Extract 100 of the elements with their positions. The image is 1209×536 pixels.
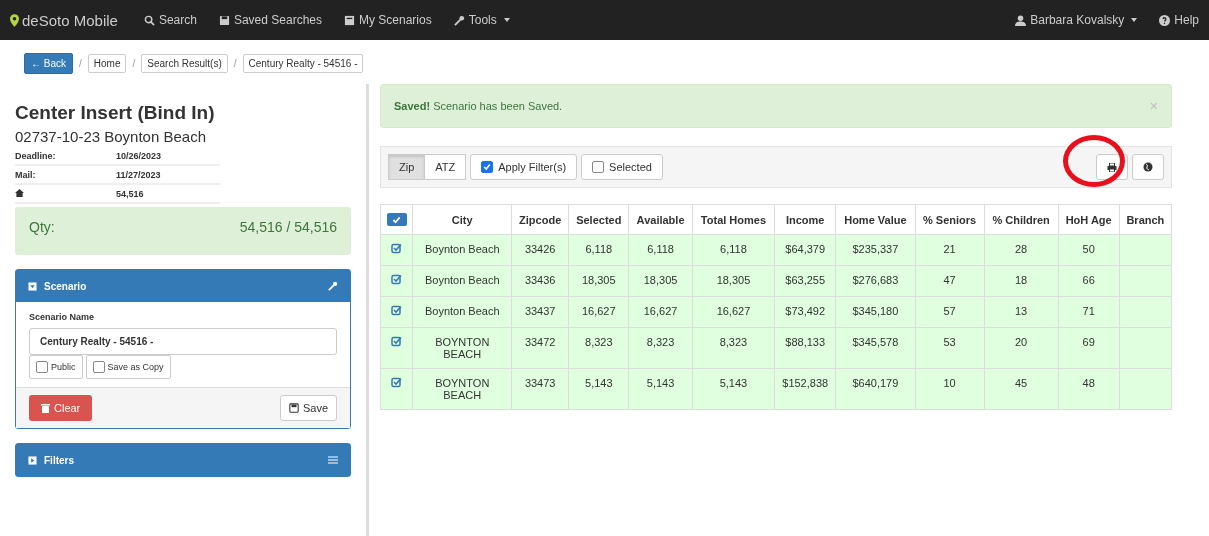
checkbox-icon[interactable]: [391, 274, 403, 285]
table-cell: 16,627: [628, 296, 693, 328]
checkbox-icon[interactable]: [391, 336, 403, 347]
table-cell: 33472: [511, 327, 569, 369]
table-cell: $73,492: [774, 296, 836, 328]
nav-item[interactable]: My Scenarios: [344, 13, 432, 27]
save-button[interactable]: Save: [279, 395, 337, 421]
table-cell: 16,627: [568, 296, 629, 328]
option-checkbox[interactable]: Save as Copy: [85, 355, 171, 379]
checkbox-icon[interactable]: [391, 377, 403, 388]
column-header[interactable]: Zipcode: [511, 204, 569, 235]
wrench-icon[interactable]: [328, 281, 338, 291]
printer-icon: [1107, 162, 1117, 172]
toggle-button[interactable]: Zip: [388, 154, 426, 180]
detail-value: 10/26/2023: [116, 151, 162, 161]
table-cell: 6,118: [692, 234, 775, 266]
column-header[interactable]: Selected: [568, 204, 629, 235]
back-button[interactable]: ← Back: [24, 53, 73, 74]
book-icon: [344, 14, 355, 26]
table-cell: Boynton Beach: [412, 265, 512, 297]
table-cell: 8,323: [628, 327, 693, 369]
checkbox-icon: [592, 161, 605, 173]
column-header[interactable]: % Children: [984, 204, 1059, 235]
select-all-checkbox[interactable]: [386, 213, 407, 226]
highlight-circle: [1063, 135, 1125, 187]
table-cell: 57: [915, 296, 985, 328]
wrench-icon: [453, 14, 465, 26]
filters-panel-header[interactable]: Filters: [16, 444, 350, 476]
table-cell: $152,838: [774, 368, 836, 410]
option-checkbox[interactable]: Public: [29, 355, 83, 379]
table-cell: 6,118: [628, 234, 693, 266]
sliders-icon[interactable]: [328, 455, 338, 465]
nav-item[interactable]: Saved Searches: [218, 13, 322, 27]
table-cell: 13: [984, 296, 1059, 328]
expand-icon: [28, 455, 37, 465]
table-cell: 18: [984, 265, 1059, 297]
column-header[interactable]: HoH Age: [1058, 204, 1120, 235]
checkbox-icon[interactable]: [391, 243, 403, 254]
column-header[interactable]: City: [412, 204, 512, 235]
column-header[interactable]: Income: [774, 204, 836, 235]
breadcrumb-separator: /: [132, 58, 136, 69]
toggle-button[interactable]: ATZ: [425, 154, 467, 180]
field-label: Scenario Name: [29, 312, 96, 322]
table-cell: 33436: [511, 265, 569, 297]
table-cell: $640,179: [835, 368, 916, 410]
map-pin-icon: [10, 13, 19, 27]
table-cell: BOYNTON BEACH: [412, 327, 512, 369]
panel-title: Scenario: [44, 280, 88, 292]
breadcrumb-item[interactable]: Century Realty - 54516 -: [242, 54, 364, 73]
globe-button[interactable]: [1132, 154, 1164, 180]
breadcrumb-item[interactable]: Home: [87, 54, 127, 73]
table-cell: 33473: [511, 368, 569, 410]
checkbox-icon[interactable]: [391, 305, 403, 316]
filter-checkbox[interactable]: Selected: [581, 154, 663, 180]
table-cell: 6,118: [568, 234, 629, 266]
table-cell: $235,337: [835, 234, 916, 266]
user-icon: [1015, 14, 1027, 26]
nav-item[interactable]: Search: [143, 13, 197, 27]
table-cell: 5,143: [692, 368, 775, 410]
panel-header[interactable]: Scenario: [16, 270, 350, 302]
table-cell: 45: [984, 368, 1059, 410]
table-cell: $88,133: [774, 327, 836, 369]
detail-value: 54,516: [116, 189, 144, 199]
table-cell: 18,305: [568, 265, 629, 297]
table-cell: 16,627: [692, 296, 775, 328]
filter-checkbox[interactable]: Apply Filter(s): [470, 154, 578, 180]
column-header[interactable]: Branch: [1119, 204, 1172, 235]
table-cell: 20: [984, 327, 1059, 369]
table-cell: $64,379: [774, 234, 836, 266]
job-subtitle: 02737-10-23 Boynton Beach: [15, 128, 207, 145]
column-header[interactable]: Total Homes: [692, 204, 775, 235]
column-header[interactable]: Available: [628, 204, 693, 235]
scenario-name-field[interactable]: Century Realty - 54516 -: [29, 328, 337, 355]
breadcrumb-separator: /: [233, 58, 237, 69]
help-link[interactable]: Help: [1159, 13, 1199, 27]
collapse-icon: [28, 281, 37, 291]
table-cell: 5,143: [628, 368, 693, 410]
table-cell: BOYNTON BEACH: [412, 368, 512, 410]
table-cell: Boynton Beach: [412, 296, 512, 328]
user-menu[interactable]: Barbara Kovalsky: [1015, 13, 1138, 27]
column-header[interactable]: % Seniors: [915, 204, 985, 235]
alert-message: Saved! Scenario has been Saved.: [394, 100, 563, 112]
table-cell: 48: [1058, 368, 1120, 410]
table-cell: 18,305: [628, 265, 693, 297]
floppy-icon: [288, 403, 299, 413]
app-brand[interactable]: deSoto Mobile: [10, 11, 118, 29]
clear-button[interactable]: Clear: [29, 395, 93, 421]
table-cell: $345,578: [835, 327, 916, 369]
table-cell: 50: [1058, 234, 1120, 266]
detail-label: Deadline:: [15, 151, 57, 161]
checkmark-icon: [392, 215, 402, 224]
breadcrumb-item[interactable]: Search Result(s): [141, 54, 228, 73]
table-cell: 66: [1058, 265, 1120, 297]
table-cell: 47: [915, 265, 985, 297]
column-header[interactable]: Home Value: [835, 204, 916, 235]
table-cell: 10: [915, 368, 985, 410]
table-cell: 71: [1058, 296, 1120, 328]
table-cell: Boynton Beach: [412, 234, 512, 266]
table-cell: 8,323: [568, 327, 629, 369]
nav-item[interactable]: Tools: [453, 13, 510, 27]
